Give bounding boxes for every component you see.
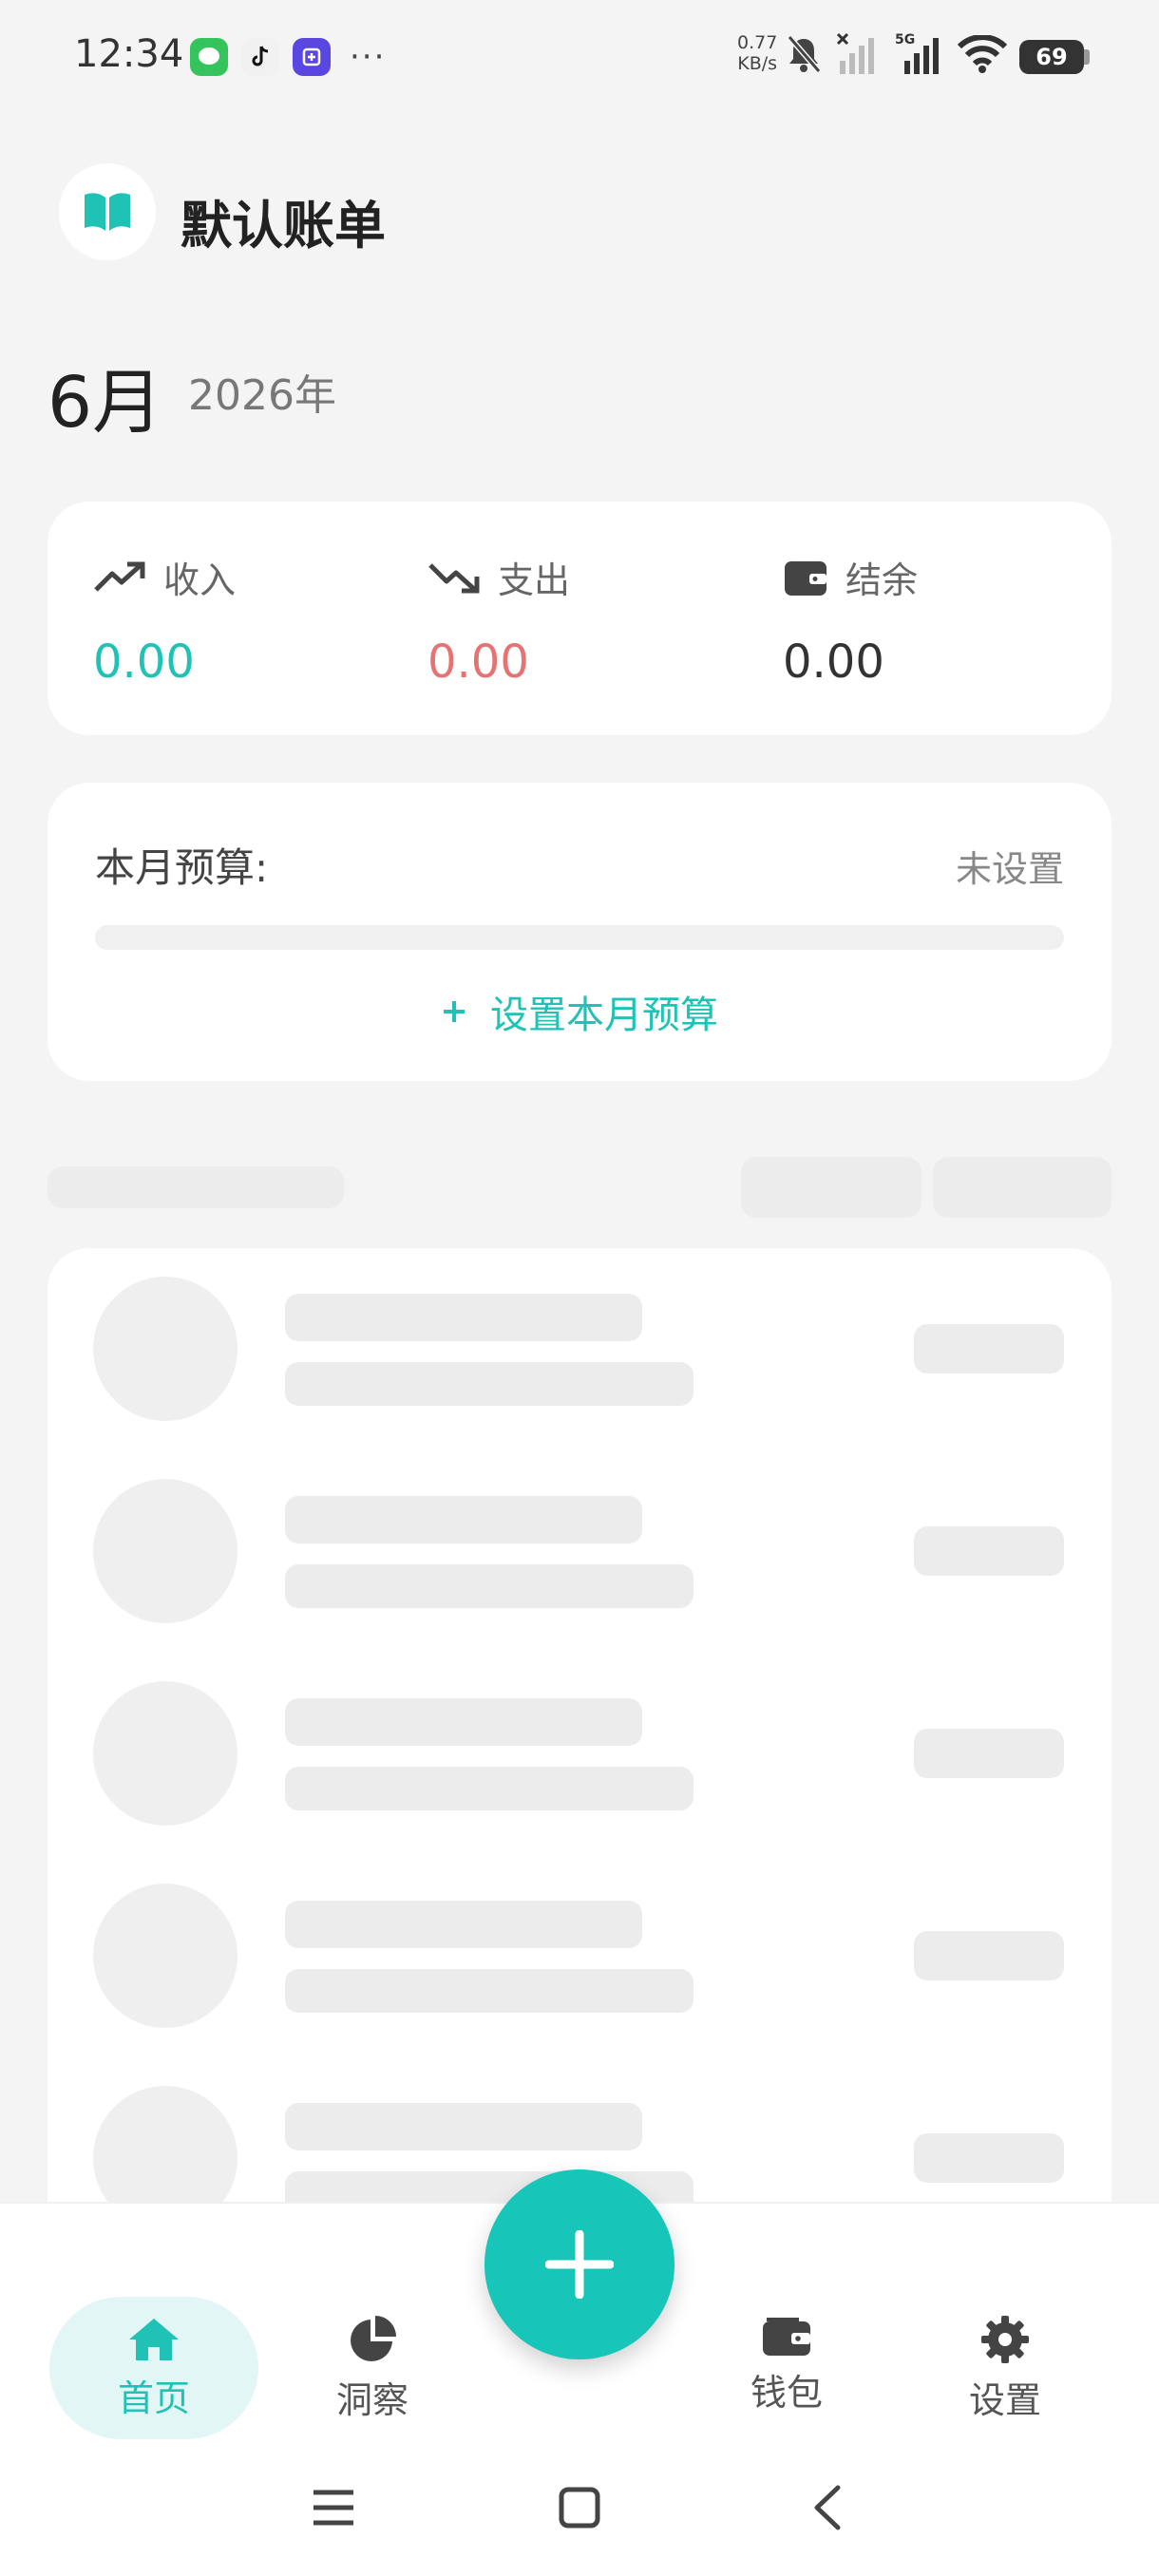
nav-insights-label: 洞察 xyxy=(335,2378,408,2421)
set-budget-button[interactable]: 设置本月预算 xyxy=(48,984,1112,1039)
income-value: 0.00 xyxy=(93,635,195,689)
budget-progress-bar xyxy=(95,925,1064,950)
year-label[interactable]: 2026年 xyxy=(188,361,336,422)
notification-icons: ··· xyxy=(190,38,386,76)
ledger-avatar[interactable] xyxy=(59,163,156,260)
tieba-icon xyxy=(293,38,331,76)
balance-label: 结余 xyxy=(846,559,919,601)
nav-home[interactable]: 首页 xyxy=(49,2297,258,2439)
signal-5g-icon: 5G xyxy=(895,32,939,74)
skeleton-line xyxy=(285,1362,694,1406)
skeleton-filter-button xyxy=(933,1157,1112,1218)
back-icon[interactable] xyxy=(809,2485,844,2530)
balance-summary: 结余 0.00 xyxy=(783,551,918,689)
svg-text:5G: 5G xyxy=(895,32,915,47)
budget-status: 未设置 xyxy=(955,848,1064,890)
wifi-icon xyxy=(958,35,1007,73)
home-square-icon[interactable] xyxy=(559,2487,600,2529)
signal-no-service-icon xyxy=(836,32,874,74)
skeleton-amount xyxy=(914,2133,1064,2183)
battery-tip xyxy=(1084,49,1090,65)
budget-title: 本月预算: xyxy=(95,844,269,891)
skeleton-line xyxy=(285,1564,694,1608)
skeleton-filter-button xyxy=(741,1157,922,1218)
skeleton-amount xyxy=(914,1931,1064,1980)
expense-value: 0.00 xyxy=(428,635,529,689)
skeleton-amount xyxy=(914,1729,1064,1778)
message-app-icon xyxy=(190,38,228,76)
pie-chart-icon xyxy=(351,2315,396,2361)
menu-icon[interactable] xyxy=(312,2487,355,2529)
skeleton-line xyxy=(285,1294,642,1341)
skeleton-avatar xyxy=(93,1884,238,2028)
skeleton-amount xyxy=(914,1526,1064,1576)
nav-wallet[interactable]: 钱包 xyxy=(682,2293,891,2435)
skeleton-amount xyxy=(914,1324,1064,1373)
system-navigation-bar xyxy=(0,2470,1159,2546)
skeleton-line xyxy=(285,1496,642,1544)
skeleton-line xyxy=(285,1698,642,1746)
nav-insights[interactable]: 洞察 xyxy=(268,2297,477,2439)
skeleton-line xyxy=(285,1901,642,1948)
network-speed: 0.77 KB/s xyxy=(737,32,778,74)
battery-indicator: 69 xyxy=(1019,40,1084,74)
month-selector[interactable]: 6月 xyxy=(48,346,162,447)
trending-up-icon xyxy=(94,561,145,592)
balance-value: 0.00 xyxy=(783,635,884,689)
bell-off-icon xyxy=(787,35,822,73)
plus-icon xyxy=(545,2230,614,2299)
trending-down-icon xyxy=(428,562,480,593)
nav-settings[interactable]: 设置 xyxy=(901,2297,1110,2439)
nav-settings-label: 设置 xyxy=(968,2378,1041,2421)
gear-icon xyxy=(981,2315,1029,2363)
expense-summary: 支出 0.00 xyxy=(428,551,570,689)
tiktok-icon xyxy=(241,38,279,76)
skeleton-avatar xyxy=(93,1681,238,1826)
more-notifications-icon: ··· xyxy=(350,38,387,76)
status-time: 12:34 xyxy=(74,32,184,76)
skeleton-line xyxy=(285,2103,642,2150)
ledger-title[interactable]: 默认账单 xyxy=(180,183,386,258)
wallet-icon xyxy=(785,560,826,596)
book-icon xyxy=(85,193,130,231)
home-icon xyxy=(129,2318,179,2360)
income-label: 收入 xyxy=(163,559,237,601)
skeleton-line xyxy=(285,1767,694,1810)
income-summary: 收入 0.00 xyxy=(93,551,236,689)
budget-card: 本月预算: 未设置 设置本月预算 xyxy=(48,783,1112,1081)
nav-home-label: 首页 xyxy=(117,2377,190,2419)
status-indicators: 5G xyxy=(785,32,1007,76)
add-record-button[interactable] xyxy=(484,2169,674,2359)
nav-wallet-label: 钱包 xyxy=(750,2371,823,2414)
plus-icon xyxy=(444,1001,465,1022)
set-budget-label: 设置本月预算 xyxy=(490,994,718,1037)
status-bar: 12:34 ··· 0.77 KB/s 5G 69 xyxy=(0,0,1159,114)
wallet-icon xyxy=(763,2317,810,2356)
summary-card: 收入 0.00 支出 0.00 结余 0.00 xyxy=(48,502,1112,735)
skeleton-avatar xyxy=(93,1277,238,1421)
skeleton-section-title xyxy=(48,1166,344,1208)
skeleton-line xyxy=(285,1969,694,2013)
skeleton-list-card xyxy=(48,1248,1112,2293)
expense-label: 支出 xyxy=(498,559,571,601)
skeleton-avatar xyxy=(93,1479,238,1623)
